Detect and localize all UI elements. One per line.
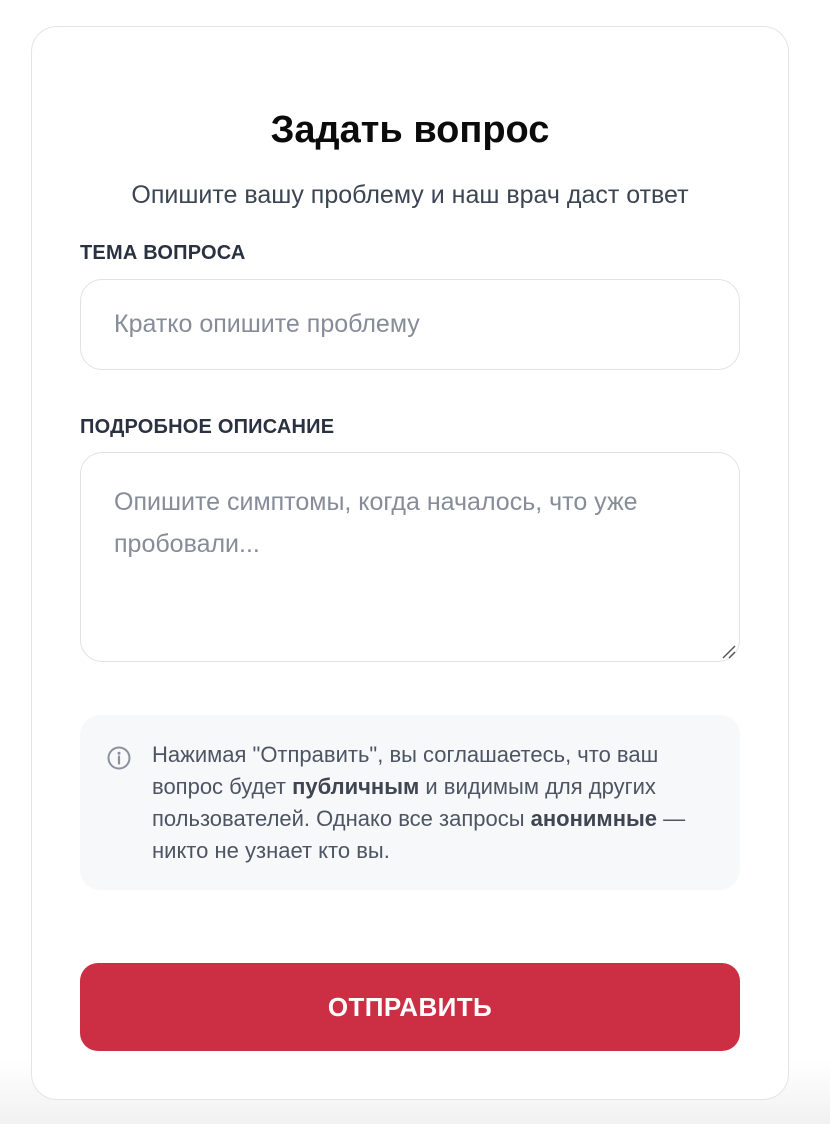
page-subtitle: Опишите вашу проблему и наш врач даст от… — [131, 181, 689, 209]
description-label: ПОДРОБНОЕ ОПИСАНИЕ — [80, 416, 335, 438]
resize-handle-icon[interactable] — [720, 643, 736, 659]
public-notice: Нажимая "Отправить", вы соглашаетесь, чт… — [80, 715, 740, 890]
page-title: Задать вопрос — [270, 109, 550, 151]
notice-anonymous-emphasis: анонимные — [530, 806, 658, 831]
info-icon — [107, 746, 131, 770]
notice-public-emphasis: публичным — [292, 774, 420, 799]
description-textarea[interactable] — [80, 452, 740, 662]
topic-label: ТЕМА ВОПРОСА — [80, 242, 246, 264]
submit-button[interactable]: ОТПРАВИТЬ — [80, 963, 740, 1051]
topic-input[interactable] — [80, 279, 740, 370]
notice-text: Нажимая "Отправить", вы соглашаетесь, чт… — [152, 739, 722, 867]
